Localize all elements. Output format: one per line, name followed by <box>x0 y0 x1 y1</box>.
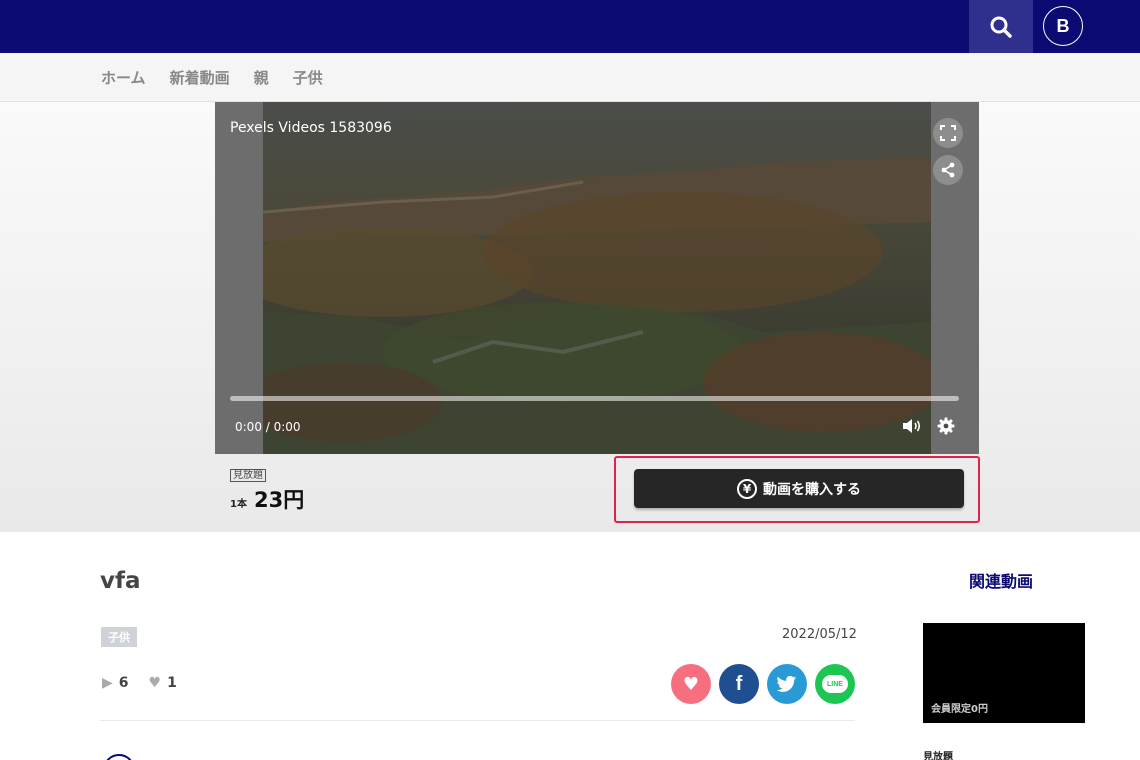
fullscreen-button[interactable] <box>933 118 963 148</box>
nav-item-child[interactable]: 子供 <box>293 67 323 88</box>
search-button[interactable] <box>969 0 1033 53</box>
video-frame <box>263 102 931 454</box>
yen-icon: ¥ <box>737 478 757 499</box>
video-title: vfa <box>100 568 141 594</box>
play-count-icon: ▶ <box>102 675 113 691</box>
buy-video-button[interactable]: ¥ 動画を購入する <box>634 469 964 508</box>
content-divider <box>100 720 855 721</box>
price-unit: 1本 <box>230 499 247 510</box>
like-count: 1 <box>167 675 177 691</box>
line-icon-text: LINE <box>827 680 843 688</box>
twitter-icon <box>777 675 797 692</box>
video-player[interactable]: Pexels Videos 1583096 0:00 / 0:00 <box>215 102 979 454</box>
twitter-share-button[interactable] <box>767 664 807 704</box>
progress-bar[interactable] <box>230 396 959 401</box>
user-avatar-button[interactable]: B <box>1043 6 1083 46</box>
category-nav: ホーム 新着動画 親 子供 <box>0 53 1140 102</box>
volume-button[interactable] <box>897 411 927 441</box>
buy-video-label: 動画を購入する <box>763 481 861 498</box>
facebook-icon: f <box>735 672 743 695</box>
nav-items: ホーム 新着動画 親 子供 <box>101 53 323 102</box>
volume-icon <box>903 419 921 433</box>
player-letterbox-left <box>215 102 263 454</box>
category-tag[interactable]: 子供 <box>101 627 137 647</box>
related-videos-heading: 関連動画 <box>969 572 1034 591</box>
author-avatar[interactable] <box>103 754 135 760</box>
like-count-icon: ♥ <box>148 675 162 691</box>
nav-item-home[interactable]: ホーム <box>101 67 146 88</box>
facebook-share-button[interactable]: f <box>719 664 759 704</box>
share-button[interactable] <box>933 155 963 185</box>
related-video-plan-label: 見放題 <box>923 752 953 760</box>
fullscreen-icon <box>940 125 956 141</box>
share-buttons: ♥ f LINE <box>671 664 855 704</box>
line-icon: LINE <box>822 675 848 693</box>
related-video-card[interactable]: 会員限定0円 <box>923 623 1085 723</box>
plan-tag: 見放題 <box>230 469 266 482</box>
settings-button[interactable] <box>931 411 961 441</box>
price-value: 23円 <box>254 488 305 512</box>
settings-icon <box>937 417 955 435</box>
related-video-badge: 会員限定0円 <box>931 704 988 715</box>
search-icon <box>990 16 1012 38</box>
player-title: Pexels Videos 1583096 <box>230 120 392 136</box>
like-button[interactable]: ♥ <box>671 664 711 704</box>
line-share-button[interactable]: LINE <box>815 664 855 704</box>
share-icon <box>941 162 955 178</box>
nav-item-parent[interactable]: 親 <box>254 67 269 88</box>
video-stats: ▶ 6 ♥ 1 <box>102 675 177 691</box>
nav-item-new-videos[interactable]: 新着動画 <box>170 67 230 88</box>
site-header: B <box>0 0 1140 53</box>
publish-date: 2022/05/12 <box>782 627 857 642</box>
heart-icon: ♥ <box>682 673 700 695</box>
time-display: 0:00 / 0:00 <box>235 420 301 434</box>
player-letterbox-right <box>931 102 979 454</box>
view-count: 6 <box>118 675 129 691</box>
